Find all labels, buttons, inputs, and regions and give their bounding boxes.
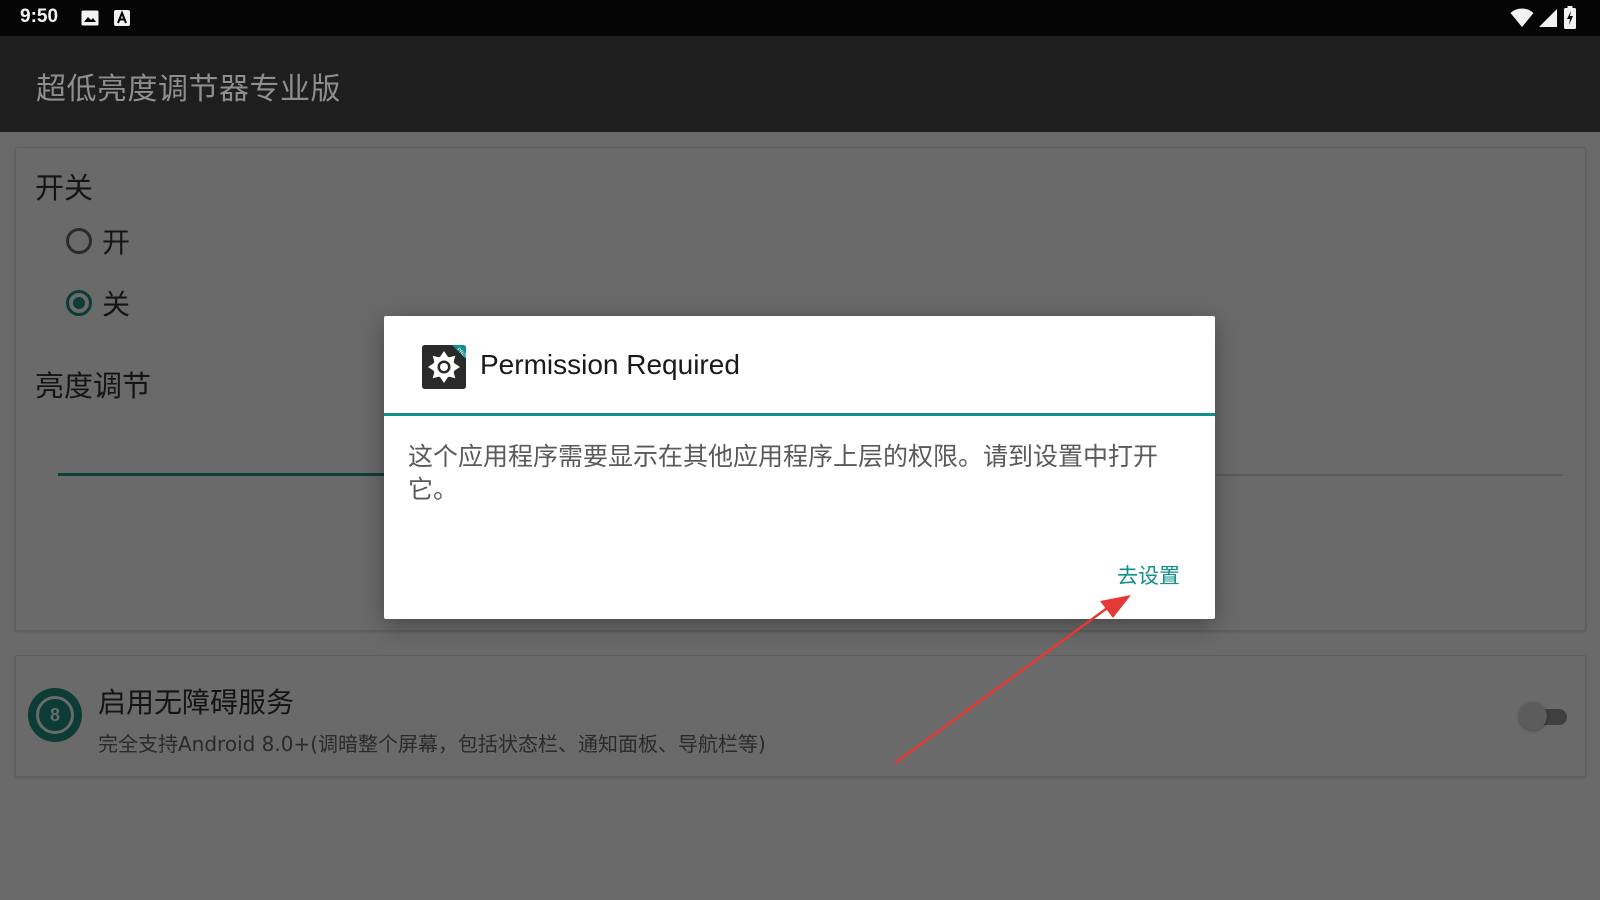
accessibility-service-icon: 8	[28, 688, 82, 742]
radio-label-off: 关	[102, 288, 131, 321]
brightness-slider-fill	[58, 473, 405, 476]
radio-button-checked-icon[interactable]	[66, 290, 92, 316]
service-description: 完全支持Android 8.0+(调暗整个屏幕，包括状态栏、通知面板、导航栏等)	[98, 732, 766, 756]
image-icon	[81, 10, 99, 30]
cell-signal-icon	[1538, 8, 1558, 32]
keyboard-a-icon	[114, 10, 130, 30]
dialog-message: 这个应用程序需要显示在其他应用程序上层的权限。请到设置中打开它。	[408, 442, 1159, 504]
app-title: 超低亮度调节器专业版	[36, 72, 341, 107]
go-to-settings-button[interactable]: 去设置	[1117, 560, 1180, 590]
brightness-heading: 亮度调节	[35, 369, 152, 403]
toggle-thumb[interactable]	[1519, 702, 1547, 730]
dialog-header: PRO Permission Required	[384, 316, 1215, 416]
screen: 9:50 超低亮度调节器专业版 开关 开 关 亮度调节 8 启用无障碍服务 完全…	[0, 0, 1600, 900]
radio-label-on: 开	[102, 226, 131, 259]
service-title: 启用无障碍服务	[98, 686, 295, 719]
radio-button-icon[interactable]	[66, 228, 92, 254]
status-bar: 9:50	[0, 0, 1600, 36]
service-icon-glyph: 8	[36, 696, 74, 734]
radio-option-on[interactable]: 开	[66, 223, 130, 259]
app-bar: 超低亮度调节器专业版	[0, 36, 1600, 132]
status-time: 9:50	[20, 6, 59, 27]
app-brightness-icon: PRO	[422, 345, 466, 389]
radio-option-off[interactable]: 关	[66, 285, 130, 321]
permission-dialog: PRO Permission Required 这个应用程序需要显示在其他应用程…	[384, 316, 1215, 619]
accessibility-toggle[interactable]	[1519, 702, 1569, 730]
dialog-title: Permission Required	[480, 349, 740, 380]
battery-charging-icon	[1564, 6, 1576, 33]
switch-heading: 开关	[35, 171, 94, 205]
accessibility-service-card[interactable]: 8 启用无障碍服务 完全支持Android 8.0+(调暗整个屏幕，包括状态栏、…	[15, 655, 1586, 777]
wifi-icon	[1510, 8, 1534, 32]
